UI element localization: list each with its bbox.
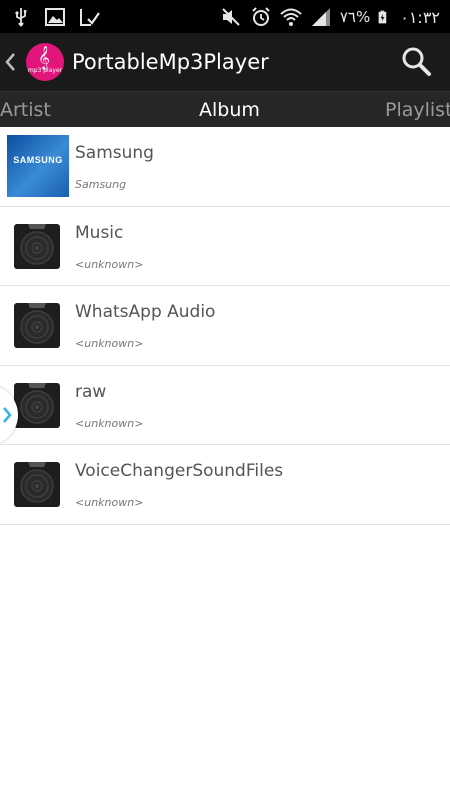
logo-text: mp3 player [27, 67, 63, 74]
album-artist: <unknown> [75, 337, 144, 350]
status-bar: ٧٦% ٠١:٣٢ [0, 0, 450, 33]
tab-artist[interactable]: Artist [0, 97, 51, 123]
album-art-brand: SAMSUNG [13, 155, 63, 165]
usb-icon [15, 8, 27, 27]
action-bar: 𝄞 mp3 player PortableMp3Player [0, 33, 450, 91]
back-chevron-icon[interactable] [2, 48, 18, 76]
list-item-whatsapp-audio[interactable]: WhatsApp Audio <unknown> [0, 286, 450, 366]
list-item-raw[interactable]: raw <unknown> [0, 365, 450, 445]
battery-percent: ٧٦% [339, 8, 371, 26]
list-item-music[interactable]: Music <unknown> [0, 206, 450, 286]
app-logo[interactable]: 𝄞 mp3 player [26, 43, 64, 81]
clock: ٠١:٣٢ [400, 7, 440, 27]
signal-icon [311, 8, 330, 26]
wifi-icon [280, 8, 302, 26]
alarm-icon [252, 7, 270, 26]
album-title: raw [75, 381, 107, 402]
album-title: WhatsApp Audio [75, 302, 216, 322]
image-icon [45, 8, 65, 26]
mute-icon [222, 8, 240, 26]
app-title: PortableMp3Player [72, 50, 269, 74]
disc-icon [14, 462, 60, 507]
download-check-icon [80, 9, 100, 26]
album-art-samsung: SAMSUNG [7, 135, 69, 197]
album-title: Samsung [75, 143, 154, 163]
battery-charging-icon [378, 10, 387, 24]
list-item-samsung[interactable]: SAMSUNG Samsung Samsung [0, 127, 450, 207]
album-artist: <unknown> [75, 496, 144, 509]
tab-bar: Artist Album Playlist [0, 91, 450, 127]
album-artist: <unknown> [75, 257, 144, 271]
tab-album[interactable]: Album [199, 97, 260, 123]
disc-icon [14, 303, 60, 348]
album-artist: <unknown> [75, 416, 144, 430]
album-title: Music [75, 222, 124, 243]
list-item-voicechangersoundfiles[interactable]: VoiceChangerSoundFiles <unknown> [0, 445, 450, 525]
disc-icon [14, 382, 60, 428]
disc-icon [14, 223, 60, 269]
album-artist: Samsung [75, 178, 127, 191]
treble-clef-icon: 𝄞 [38, 45, 50, 69]
album-list: SAMSUNG Samsung Samsung Music <unknown> … [0, 127, 450, 525]
album-title: VoiceChangerSoundFiles [75, 461, 284, 481]
search-icon[interactable] [398, 43, 436, 81]
tab-playlist[interactable]: Playlist [385, 97, 450, 123]
chevron-right-icon [3, 407, 12, 423]
